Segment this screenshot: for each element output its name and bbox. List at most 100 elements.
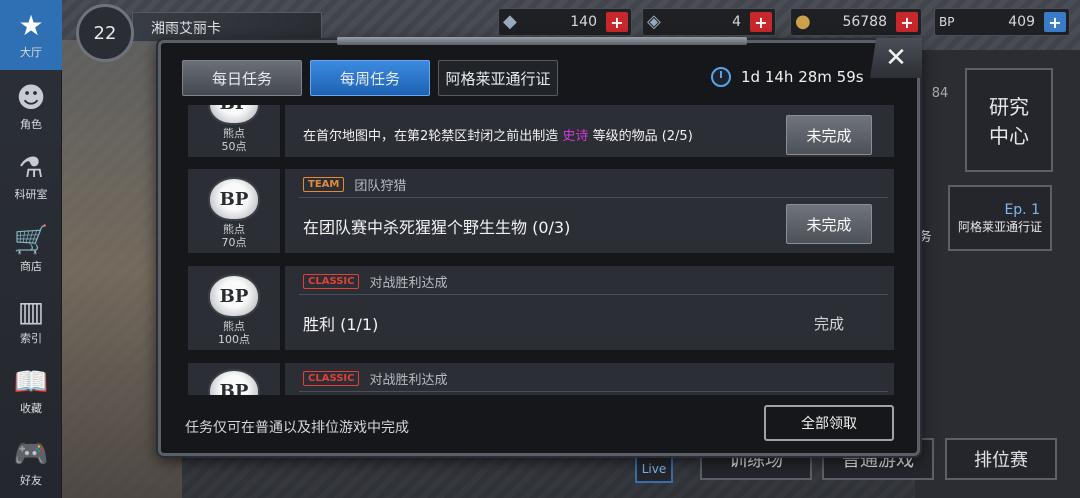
bp-paw-icon: BP bbox=[208, 177, 260, 221]
tab-weekly[interactable]: 每周任务 bbox=[310, 60, 430, 96]
star-icon: ★ bbox=[18, 9, 44, 42]
reward-label: 熊点 bbox=[223, 223, 245, 236]
ranked-button[interactable]: 排位赛 bbox=[945, 438, 1057, 480]
divider bbox=[299, 391, 888, 392]
category-label: 团队狩猎 bbox=[354, 179, 407, 194]
reward-amount: 70点 bbox=[221, 236, 247, 249]
incomplete-button[interactable]: 未完成 bbox=[786, 115, 872, 155]
resource-coin: ● 56788 + bbox=[790, 8, 922, 36]
footer-note: 任务仅可在普通以及排位游戏中完成 bbox=[185, 420, 409, 436]
sidebar: ★ 大厅 ☻ 角色 ⚗ 科研室 🛒 商店 ▥ 索引 📖 收藏 🎮 好友 bbox=[0, 0, 62, 498]
sidebar-item-character[interactable]: ☻ 角色 bbox=[0, 72, 62, 142]
add-crystal-button[interactable]: + bbox=[606, 12, 628, 32]
team-tag: TEAM bbox=[303, 177, 345, 192]
task-body: CLASSIC 对战胜利达成 bbox=[285, 363, 894, 395]
resource-bp: BP 409 + bbox=[934, 8, 1070, 36]
resource-value: 409 bbox=[1008, 14, 1035, 30]
reset-timer: 1d 14h 28m 59s bbox=[711, 67, 864, 87]
sidebar-item-collection[interactable]: 📖 收藏 bbox=[0, 356, 62, 426]
category-label: 对战胜利达成 bbox=[369, 276, 448, 291]
flask-icon: ⚗ bbox=[18, 151, 44, 184]
clock-icon bbox=[711, 67, 731, 87]
gamepad-icon: 🎮 bbox=[13, 437, 49, 470]
bp-paw-icon: BP bbox=[208, 274, 260, 318]
coin-icon: ● bbox=[795, 11, 811, 32]
complete-status: 完成 bbox=[813, 315, 844, 333]
dialog-handle bbox=[337, 37, 747, 45]
rarity-highlight: 史诗 bbox=[562, 129, 589, 144]
task-description: 在团队赛中杀死猩猩个野生生物 (0/3) bbox=[303, 218, 571, 237]
task-category: TEAM 团队狩猎 bbox=[303, 175, 406, 194]
pass-label: 阿格莱亚通行证 bbox=[957, 219, 1042, 234]
incomplete-button[interactable]: 未完成 bbox=[786, 204, 872, 244]
reward-amount: 100点 bbox=[218, 333, 250, 346]
bp-paw-icon: BP bbox=[208, 369, 260, 395]
resource-value: 4 bbox=[732, 14, 741, 30]
add-ticket-button[interactable]: + bbox=[750, 12, 772, 32]
resource-ticket: ◈ 4 + bbox=[642, 8, 776, 36]
task-description: 胜利 (1/1) bbox=[303, 315, 379, 334]
missions-dialog: 每日任务 每周任务 阿格莱亚通行证 1d 14h 28m 59s BP 熊点 5… bbox=[158, 37, 920, 456]
reward-box: BP 熊点 70点 bbox=[188, 169, 280, 253]
classic-tag: CLASSIC bbox=[303, 274, 360, 289]
character-icon: ☻ bbox=[16, 81, 46, 114]
reward-label: 熊点 bbox=[223, 320, 245, 333]
task-row: BP 熊点 100点 CLASSIC 对战胜利达成 胜利 (1/1) 完成 bbox=[188, 266, 894, 350]
sidebar-item-label: 角色 bbox=[20, 118, 42, 131]
divider bbox=[299, 294, 888, 295]
task-body: CLASSIC 对战胜利达成 胜利 (1/1) 完成 bbox=[285, 266, 894, 350]
ticket-icon: ◈ bbox=[647, 11, 661, 32]
bp-icon: BP bbox=[939, 15, 955, 29]
sidebar-item-label: 收藏 bbox=[20, 402, 42, 415]
sidebar-item-friends[interactable]: 🎮 好友 bbox=[0, 428, 62, 498]
sidebar-item-label: 大厅 bbox=[20, 46, 42, 59]
tab-daily[interactable]: 每日任务 bbox=[182, 60, 302, 96]
battle-pass-button[interactable]: Ep. 1 阿格莱亚通行证 bbox=[948, 185, 1052, 251]
player-name[interactable]: 湘雨艾丽卡 bbox=[132, 12, 322, 42]
resource-value: 140 bbox=[570, 14, 597, 30]
task-body: 在首尔地图中，在第2轮禁区封闭之前出制造 史诗 等级的物品 (2/5) 未完成 bbox=[285, 105, 894, 157]
task-row: BP 熊点 50点 在首尔地图中，在第2轮禁区封闭之前出制造 史诗 等级的物品 … bbox=[188, 105, 894, 157]
reward-box: BP bbox=[188, 363, 280, 395]
add-coin-button[interactable]: + bbox=[896, 12, 918, 32]
resource-crystal: ◆ 140 + bbox=[498, 8, 632, 36]
task-row: BP CLASSIC 对战胜利达成 bbox=[188, 363, 894, 395]
sidebar-item-label: 科研室 bbox=[14, 188, 48, 201]
book-icon: 📖 bbox=[13, 365, 49, 398]
sidebar-item-index[interactable]: ▥ 索引 bbox=[0, 286, 62, 356]
bp-paw-icon: BP bbox=[208, 105, 260, 125]
claim-all-button[interactable]: 全部领取 bbox=[764, 405, 894, 441]
live-button[interactable]: Live bbox=[635, 455, 673, 483]
sidebar-item-label: 好友 bbox=[20, 474, 42, 487]
add-bp-button[interactable]: + bbox=[1044, 12, 1066, 32]
sidebar-item-label: 商店 bbox=[20, 260, 42, 273]
task-row: BP 熊点 70点 TEAM 团队狩猎 在团队赛中杀死猩猩个野生生物 (0/3)… bbox=[188, 169, 894, 253]
category-label: 对战胜利达成 bbox=[369, 373, 448, 388]
sidebar-item-lobby[interactable]: ★ 大厅 bbox=[0, 0, 62, 70]
task-category: CLASSIC 对战胜利达成 bbox=[303, 369, 447, 388]
sidebar-item-shop[interactable]: 🛒 商店 bbox=[0, 214, 62, 284]
task-body: TEAM 团队狩猎 在团队赛中杀死猩猩个野生生物 (0/3) 未完成 bbox=[285, 169, 894, 253]
timer-value: 1d 14h 28m 59s bbox=[741, 68, 864, 86]
reward-box: BP 熊点 100点 bbox=[188, 266, 280, 350]
reward-box: BP 熊点 50点 bbox=[188, 105, 280, 157]
sidebar-item-research[interactable]: ⚗ 科研室 bbox=[0, 142, 62, 212]
sidebar-item-label: 索引 bbox=[20, 332, 42, 345]
reward-amount: 50点 bbox=[221, 140, 247, 153]
task-list[interactable]: BP 熊点 50点 在首尔地图中，在第2轮禁区封闭之前出制造 史诗 等级的物品 … bbox=[188, 105, 894, 395]
level-badge[interactable]: 22 bbox=[76, 4, 134, 62]
task-text-part: 在首尔地图中，在第2轮禁区封闭之前出制造 bbox=[303, 129, 559, 144]
reward-label: 熊点 bbox=[223, 127, 245, 140]
books-icon: ▥ bbox=[17, 295, 45, 328]
classic-tag: CLASSIC bbox=[303, 371, 360, 386]
crystal-icon: ◆ bbox=[503, 11, 517, 32]
divider bbox=[299, 197, 888, 198]
close-icon[interactable]: ✕ bbox=[870, 38, 922, 78]
task-text-part: 等级的物品 (2/5) bbox=[592, 129, 693, 144]
task-category: CLASSIC 对战胜利达成 bbox=[303, 272, 447, 291]
cart-icon: 🛒 bbox=[13, 223, 49, 256]
resource-value: 56788 bbox=[842, 14, 887, 30]
right-number: 84 bbox=[931, 85, 949, 101]
research-center-button[interactable]: 研究 中心 bbox=[965, 68, 1053, 172]
tab-battle-pass[interactable]: 阿格莱亚通行证 bbox=[438, 60, 558, 96]
